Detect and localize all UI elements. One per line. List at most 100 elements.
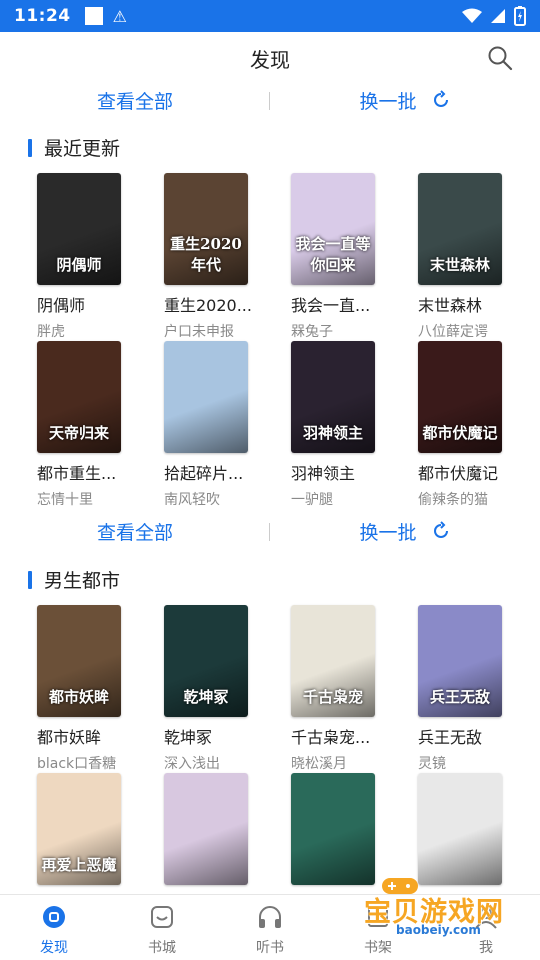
section-accent-bar <box>28 570 32 589</box>
headphones-icon <box>259 906 281 928</box>
book-cover[interactable]: 兵王无敌 <box>418 605 502 717</box>
refresh-button[interactable]: 换一批 <box>270 87 540 114</box>
book-title: 重生2020... <box>164 296 252 315</box>
book-cover[interactable]: 羽神领主 <box>291 341 375 453</box>
book-author: 八位薛定谔 <box>418 324 488 340</box>
book-cover[interactable]: 天帝归来 <box>37 341 121 453</box>
nav-bookstore[interactable]: 书城 <box>108 895 216 960</box>
section-title-text: 最近更新 <box>44 138 121 160</box>
discover-content[interactable]: 查看全部 换一批 最近更新 阴偶师 阴偶师 胖虎 重生2020年代 重生2020... 户… <box>0 84 540 894</box>
refresh-button[interactable]: 换一批 <box>270 518 540 545</box>
book-card[interactable] <box>282 773 402 892</box>
status-bar: 11:24 ⚠ <box>0 0 540 32</box>
book-title: 都市伏魔记 <box>418 464 499 483</box>
book-title: 我会一直... <box>291 296 371 315</box>
book-cover-title: 阴偶师 <box>56 256 102 274</box>
action-divider <box>269 92 270 110</box>
book-author: 槑兔子 <box>291 324 333 340</box>
book-card[interactable]: 羽神领主 羽神领主 一驴腿 <box>282 341 402 509</box>
book-cover-title: 天帝归来 <box>48 424 109 442</box>
book-cover-title: 千古枭宠 <box>302 688 363 706</box>
wifi-icon <box>462 8 482 23</box>
book-cover-title: 再爱上恶魔 <box>41 856 117 874</box>
book-card[interactable]: 都市伏魔记 都市伏魔记 偷辣条的猫 <box>409 341 529 509</box>
book-card[interactable]: 再爱上恶魔 <box>28 773 148 892</box>
book-cover-title: 都市伏魔记 <box>422 424 498 442</box>
book-author: 一驴腿 <box>291 492 333 508</box>
view-all-label: 查看全部 <box>96 521 173 544</box>
book-cover[interactable] <box>164 773 248 885</box>
nav-bookshelf[interactable]: 书架 <box>324 895 432 960</box>
book-author: black口香糖 <box>37 756 117 772</box>
book-card[interactable]: 乾坤冢 乾坤冢 深入浅出 <box>155 605 275 773</box>
view-all-button[interactable]: 查看全部 <box>0 87 270 114</box>
nav-label: 发现 <box>40 940 68 956</box>
bottom-nav: 发现 书城 听书 书架 我 <box>0 894 540 960</box>
book-title: 都市妖眸 <box>37 728 102 747</box>
book-cover[interactable]: 再爱上恶魔 <box>37 773 121 885</box>
nav-label: 听书 <box>256 940 284 956</box>
nav-label: 书城 <box>148 940 176 956</box>
action-row-previous: 查看全部 换一批 <box>0 84 540 120</box>
book-author: 晓松溪月 <box>291 756 347 772</box>
book-cover-title: 我会一直等你回来 <box>295 235 371 274</box>
book-card[interactable]: 阴偶师 阴偶师 胖虎 <box>28 173 148 341</box>
book-title: 都市重生... <box>37 464 117 483</box>
book-card[interactable]: 都市妖眸 都市妖眸 black口香糖 <box>28 605 148 773</box>
book-cover[interactable]: 我会一直等你回来 <box>291 173 375 285</box>
nav-label: 我 <box>479 940 493 956</box>
book-card[interactable]: 我会一直等你回来我会一直... 槑兔子 <box>282 173 402 341</box>
signal-icon <box>491 9 505 23</box>
book-title: 羽神领主 <box>291 464 356 483</box>
book-cover[interactable]: 末世森林 <box>418 173 502 285</box>
section-title-urban: 男生都市 <box>28 566 120 593</box>
book-author: 胖虎 <box>37 324 65 340</box>
book-cover-title: 都市妖眸 <box>48 688 109 706</box>
book-cover[interactable]: 都市伏魔记 <box>418 341 502 453</box>
book-author: 南风轻吹 <box>164 492 220 508</box>
book-card[interactable]: 千古枭宠 千古枭宠... 晓松溪月 <box>282 605 402 773</box>
warning-icon: ⚠ <box>112 6 127 26</box>
book-cover[interactable]: 阴偶师 <box>37 173 121 285</box>
book-title: 拾起碎片... <box>164 464 244 483</box>
page-title: 发现 <box>250 47 290 72</box>
book-author: 户口未申报 <box>164 324 234 340</box>
book-card[interactable]: 重生2020年代重生2020... 户口未申报 <box>155 173 275 341</box>
book-card[interactable]: 末世森林 末世森林 八位薛定谔 <box>409 173 529 341</box>
book-cover[interactable]: 千古枭宠 <box>291 605 375 717</box>
nav-discover[interactable]: 发现 <box>0 895 108 960</box>
book-title: 乾坤冢 <box>164 728 213 747</box>
refresh-label: 换一批 <box>359 521 417 544</box>
book-cover[interactable]: 都市妖眸 <box>37 605 121 717</box>
book-cover[interactable] <box>418 773 502 885</box>
book-cover-title: 羽神领主 <box>302 424 363 442</box>
profile-icon <box>475 907 497 929</box>
action-divider <box>269 523 270 541</box>
book-cover-title: 乾坤冢 <box>183 688 229 706</box>
book-card[interactable] <box>155 773 275 892</box>
refresh-label: 换一批 <box>359 90 417 113</box>
book-cover[interactable]: 乾坤冢 <box>164 605 248 717</box>
book-card[interactable]: 兵王无敌 兵王无敌 灵镜 <box>409 605 529 773</box>
nav-profile[interactable]: 我 <box>432 895 540 960</box>
book-author: 偷辣条的猫 <box>418 492 488 508</box>
book-author: 深入浅出 <box>164 756 220 772</box>
view-all-button[interactable]: 查看全部 <box>0 518 270 545</box>
book-card[interactable]: 拾起碎片... 南风轻吹 <box>155 341 275 509</box>
book-cover-title: 兵王无敌 <box>429 688 490 706</box>
book-card[interactable] <box>409 773 529 892</box>
book-card[interactable]: 天帝归来 都市重生... 忘情十里 <box>28 341 148 509</box>
battery-icon <box>514 6 526 26</box>
bookstore-icon <box>151 906 173 928</box>
nav-audiobook[interactable]: 听书 <box>216 895 324 960</box>
book-cover[interactable] <box>164 341 248 453</box>
discover-icon <box>43 906 65 928</box>
book-title: 末世森林 <box>418 296 483 315</box>
book-cover-title: 末世森林 <box>429 256 490 274</box>
book-cover-title: 重生2020年代 <box>170 235 242 274</box>
refresh-icon <box>433 90 448 107</box>
search-icon[interactable] <box>486 44 514 72</box>
book-cover[interactable]: 重生2020年代 <box>164 173 248 285</box>
book-cover[interactable] <box>291 773 375 885</box>
section-title-text: 男生都市 <box>44 570 121 592</box>
